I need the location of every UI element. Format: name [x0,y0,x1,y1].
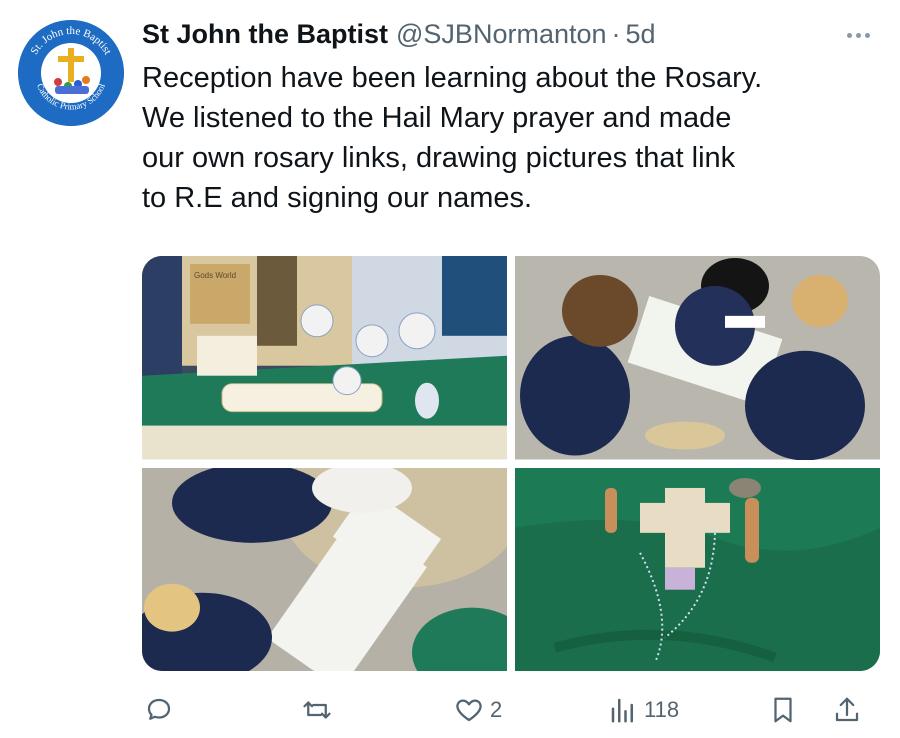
photo-sign-text: Gods World [194,271,236,280]
views-button[interactable]: 118 [608,684,679,736]
media-grid: Gods World [142,256,880,671]
retweet-button[interactable] [302,684,332,736]
reply-icon [147,698,171,720]
views-icon [611,698,633,723]
retweet-icon [303,701,331,719]
bookmark-button[interactable] [768,684,798,736]
prayer-table-photo[interactable] [515,467,880,671]
tweet-text-line: to R.E and signing our names. [142,182,533,214]
tweet-text: Reception have been learning about the R… [142,58,882,218]
author-name[interactable]: St John the Baptist [142,19,388,50]
classroom-display-photo[interactable]: Gods World [142,256,507,460]
tweet-text-line: We listened to the Hail Mary prayer and … [142,102,732,134]
tweet-text-line: Reception have been learning about the R… [142,62,763,94]
like-button[interactable]: 2 [454,684,502,736]
author-handle[interactable]: @SJBNormanton [396,19,607,50]
heart-icon [456,699,482,722]
tweet-header: St John the Baptist @SJBNormanton · 5d [142,14,656,54]
share-button[interactable] [832,684,862,736]
avatar[interactable]: St. John the Baptist Catholic Primary Sc… [18,20,124,126]
tweet-text-line: our own rosary links, drawing pictures t… [142,142,736,174]
school-logo: St. John the Baptist Catholic Primary Sc… [18,20,124,126]
separator: · [611,18,621,49]
bookmark-icon [774,697,792,723]
like-count: 2 [490,697,503,722]
action-bar: 2 118 [142,684,880,736]
share-icon [835,697,859,722]
children-drawing-photo[interactable] [515,256,880,460]
more-options-icon[interactable] [838,22,878,48]
views-count: 118 [644,697,680,722]
timestamp[interactable]: 5d [626,19,656,50]
reply-button[interactable] [144,684,174,736]
children-coloring-photo[interactable] [142,467,507,671]
